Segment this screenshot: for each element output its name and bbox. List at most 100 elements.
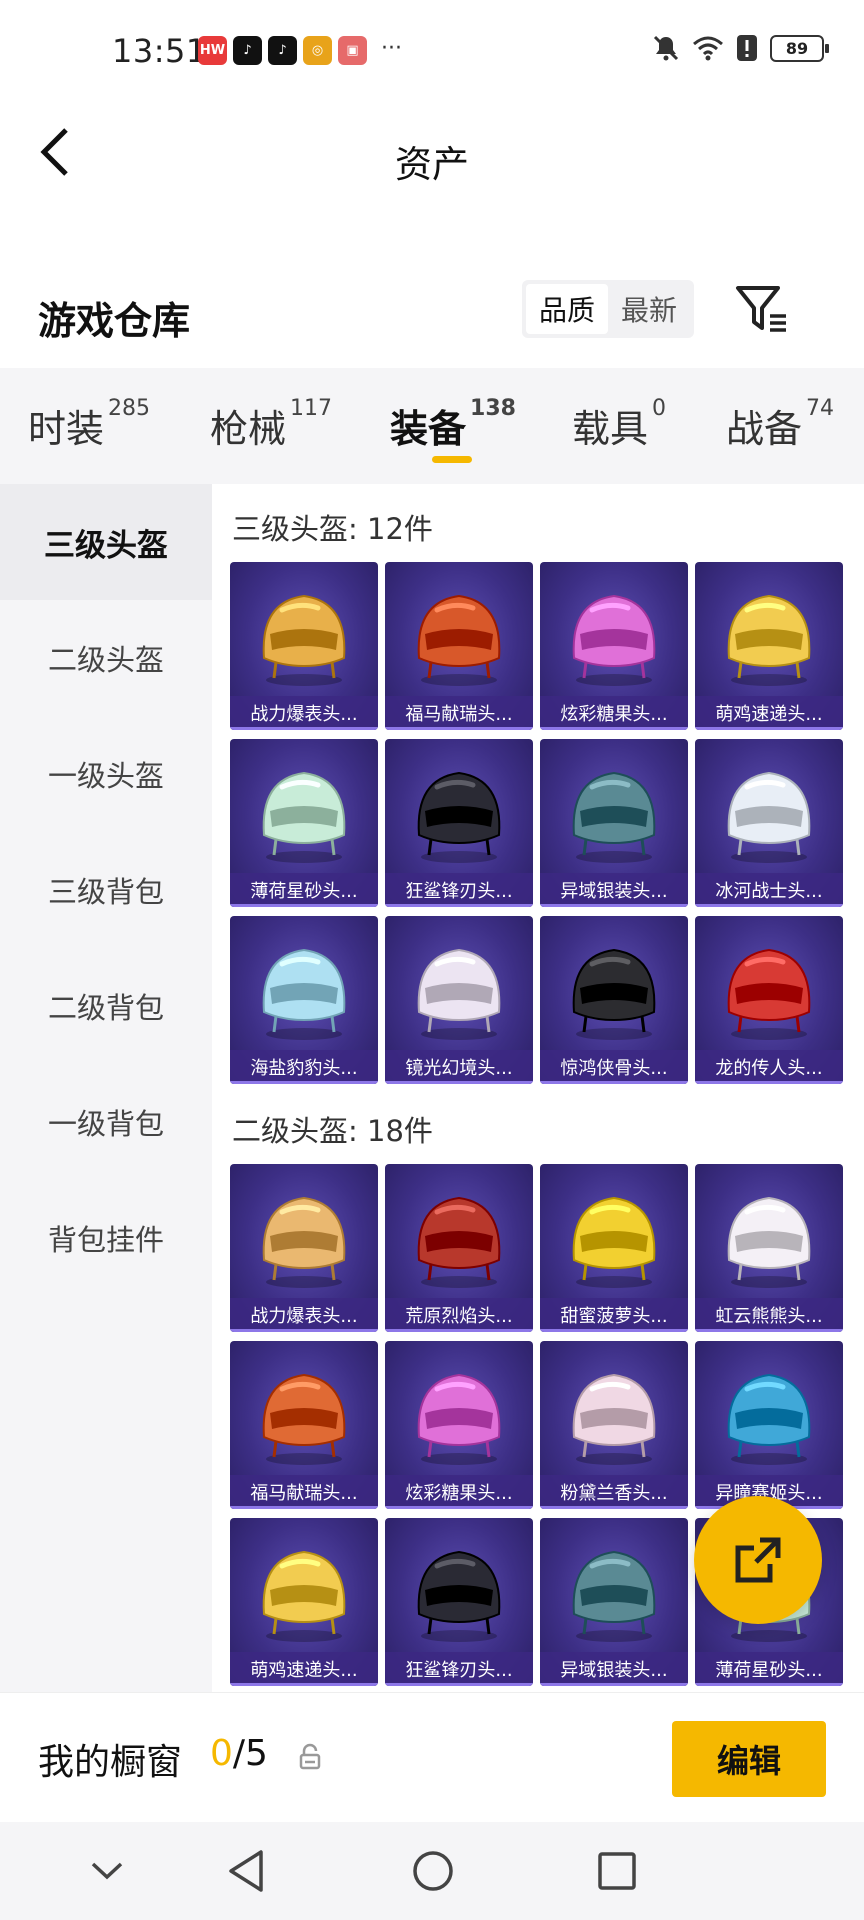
nav-home-button[interactable] bbox=[408, 1846, 458, 1896]
filter-button[interactable] bbox=[734, 284, 790, 336]
sidebar-item-level3-helmet[interactable]: 三级头盔 bbox=[0, 484, 212, 600]
item-grid-level3: 战力爆表头... 福马献瑞头... 炫彩糖果头... 萌鸡速递头... 薄荷星砂头...… bbox=[230, 562, 843, 1084]
helmet-image bbox=[417, 771, 501, 863]
helmet-item-card[interactable]: 炫彩糖果头... bbox=[385, 1341, 533, 1509]
item-name: 福马献瑞头... bbox=[230, 1475, 378, 1509]
helmet-image bbox=[262, 771, 346, 863]
helmet-item-card[interactable]: 福马献瑞头... bbox=[230, 1341, 378, 1509]
helmet-item-card[interactable]: 虹云熊熊头... bbox=[695, 1164, 843, 1332]
helmet-item-card[interactable]: 异瞳赛姬头... bbox=[695, 1341, 843, 1509]
helmet-item-card[interactable]: 萌鸡速递头... bbox=[695, 562, 843, 730]
lock-icon bbox=[299, 1743, 321, 1770]
tab-fashion[interactable]: 时装 285 bbox=[28, 396, 150, 453]
sidebar-item-level3-backpack[interactable]: 三级背包 bbox=[0, 832, 212, 948]
battery-icon: 89 bbox=[770, 34, 829, 62]
sidebar-item-level2-backpack[interactable]: 二级背包 bbox=[0, 948, 212, 1064]
sort-quality-button[interactable]: 品质 bbox=[526, 284, 608, 334]
nav-collapse-button[interactable] bbox=[82, 1846, 132, 1896]
tab-label: 战备 bbox=[726, 407, 803, 451]
helmet-image bbox=[417, 1196, 501, 1288]
wifi-icon bbox=[693, 36, 723, 61]
sort-toggle: 品质 最新 bbox=[522, 280, 694, 338]
helmet-item-card[interactable]: 狂鲨锋刃头... bbox=[385, 739, 533, 907]
tab-label: 时装 bbox=[28, 407, 105, 451]
helmet-image bbox=[262, 948, 346, 1040]
share-button[interactable] bbox=[694, 1496, 822, 1624]
helmet-image bbox=[572, 948, 656, 1040]
helmet-item-card[interactable]: 战力爆表头... bbox=[230, 562, 378, 730]
status-right: 89 bbox=[652, 34, 829, 62]
showcase-bar: 我的橱窗 0/5 编辑 bbox=[0, 1692, 864, 1822]
helmet-item-card[interactable]: 龙的传人头... bbox=[695, 916, 843, 1084]
helmet-item-card[interactable]: 战力爆表头... bbox=[230, 1164, 378, 1332]
tiktok-app-icon: ♪ bbox=[233, 36, 262, 65]
sort-newest-button[interactable]: 最新 bbox=[608, 284, 690, 334]
helmet-image bbox=[727, 1373, 811, 1465]
item-name: 粉黛兰香头... bbox=[540, 1475, 688, 1509]
section-title-level2: 二级头盔: 18件 bbox=[232, 1114, 433, 1148]
showcase-count: 0/5 bbox=[210, 1733, 268, 1774]
item-name: 甜蜜菠萝头... bbox=[540, 1298, 688, 1332]
tab-weapons[interactable]: 枪械 117 bbox=[210, 396, 332, 453]
square-recents-icon bbox=[598, 1852, 636, 1890]
helmet-item-card[interactable]: 粉黛兰香头... bbox=[540, 1341, 688, 1509]
helmet-item-card[interactable]: 惊鸿侠骨头... bbox=[540, 916, 688, 1084]
edit-button[interactable]: 编辑 bbox=[672, 1721, 826, 1797]
sidebar-item-level2-helmet[interactable]: 二级头盔 bbox=[0, 600, 212, 716]
item-name: 冰河战士头... bbox=[695, 873, 843, 907]
huawei-app-icon: HW bbox=[198, 36, 227, 65]
item-name: 龙的传人头... bbox=[695, 1050, 843, 1084]
helmet-image bbox=[572, 771, 656, 863]
item-name: 薄荷星砂头... bbox=[230, 873, 378, 907]
sidebar: 三级头盔 二级头盔 一级头盔 三级背包 二级背包 一级背包 背包挂件 bbox=[0, 484, 212, 1692]
helmet-image bbox=[417, 948, 501, 1040]
tab-equipment[interactable]: 装备 138 bbox=[390, 396, 516, 453]
tab-count: 0 bbox=[652, 396, 667, 421]
header: 资产 bbox=[0, 100, 864, 210]
helmet-image bbox=[572, 1373, 656, 1465]
item-name: 战力爆表头... bbox=[230, 1298, 378, 1332]
showcase-total: /5 bbox=[232, 1733, 268, 1774]
tab-label: 枪械 bbox=[210, 407, 287, 451]
active-tab-indicator bbox=[432, 456, 472, 463]
helmet-item-card[interactable]: 异域银装头... bbox=[540, 739, 688, 907]
tab-count: 74 bbox=[806, 396, 835, 421]
item-name: 惊鸿侠骨头... bbox=[540, 1050, 688, 1084]
system-nav-bar bbox=[0, 1822, 864, 1920]
helmet-item-card[interactable]: 异域银装头... bbox=[540, 1518, 688, 1686]
helmet-image bbox=[727, 948, 811, 1040]
helmet-item-card[interactable]: 萌鸡速递头... bbox=[230, 1518, 378, 1686]
helmet-item-card[interactable]: 甜蜜菠萝头... bbox=[540, 1164, 688, 1332]
item-name: 异域银装头... bbox=[540, 1652, 688, 1686]
sidebar-item-level1-helmet[interactable]: 一级头盔 bbox=[0, 716, 212, 832]
helmet-item-card[interactable]: 狂鲨锋刃头... bbox=[385, 1518, 533, 1686]
tab-label: 装备 bbox=[390, 407, 467, 451]
filter-icon bbox=[736, 286, 786, 332]
helmet-image bbox=[417, 1550, 501, 1642]
tab-count: 138 bbox=[470, 396, 516, 421]
helmet-item-card[interactable]: 冰河战士头... bbox=[695, 739, 843, 907]
tiktok-app-icon-2: ♪ bbox=[268, 36, 297, 65]
sidebar-item-backpack-charm[interactable]: 背包挂件 bbox=[0, 1180, 212, 1296]
helmet-item-card[interactable]: 荒原烈焰头... bbox=[385, 1164, 533, 1332]
nav-back-button[interactable] bbox=[222, 1846, 272, 1896]
helmet-item-card[interactable]: 薄荷星砂头... bbox=[230, 739, 378, 907]
helmet-image bbox=[262, 1550, 346, 1642]
item-name: 异域银装头... bbox=[540, 873, 688, 907]
helmet-image bbox=[572, 594, 656, 686]
alert-icon bbox=[737, 35, 757, 61]
item-name: 炫彩糖果头... bbox=[540, 696, 688, 730]
item-name: 荒原烈焰头... bbox=[385, 1298, 533, 1332]
more-notifications-icon: ··· bbox=[381, 36, 402, 61]
item-name: 萌鸡速递头... bbox=[230, 1652, 378, 1686]
tab-vehicles[interactable]: 载具 0 bbox=[572, 396, 667, 453]
helmet-item-card[interactable]: 海盐豹豹头... bbox=[230, 916, 378, 1084]
helmet-item-card[interactable]: 镜光幻境头... bbox=[385, 916, 533, 1084]
tab-supplies[interactable]: 战备 74 bbox=[726, 396, 835, 453]
helmet-item-card[interactable]: 炫彩糖果头... bbox=[540, 562, 688, 730]
nav-recents-button[interactable] bbox=[592, 1846, 642, 1896]
helmet-image bbox=[417, 594, 501, 686]
helmet-image bbox=[572, 1550, 656, 1642]
helmet-item-card[interactable]: 福马献瑞头... bbox=[385, 562, 533, 730]
sidebar-item-level1-backpack[interactable]: 一级背包 bbox=[0, 1064, 212, 1180]
